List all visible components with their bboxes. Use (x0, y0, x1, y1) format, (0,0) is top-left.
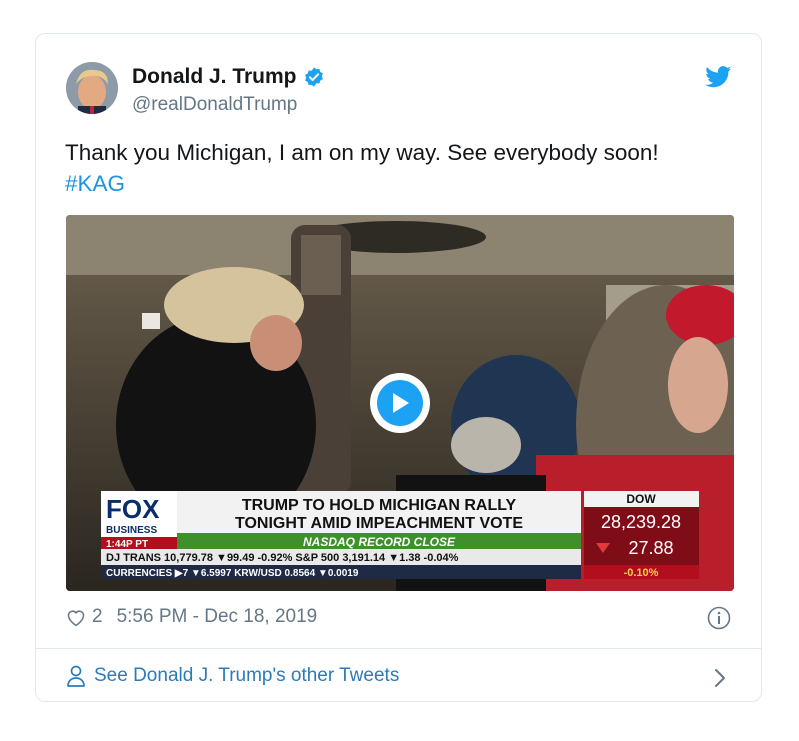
other-tweets-label[interactable]: See Donald J. Trump's other Tweets (94, 665, 399, 687)
network-sub: BUSINESS (106, 525, 157, 536)
subhead: NASDAQ RECORD CLOSE (303, 535, 456, 549)
tweet-meta: 2 5:56 PM - Dec 18, 2019 (66, 606, 317, 628)
play-button[interactable] (370, 373, 430, 433)
video-player[interactable]: FOX BUSINESS 1:44P PT TRUMP TO HOLD MICH… (66, 215, 734, 591)
avatar-image (66, 62, 118, 114)
twitter-bird-icon[interactable] (705, 66, 732, 88)
heart-icon[interactable] (66, 608, 86, 627)
author-name-text[interactable]: Donald J. Trump (132, 65, 297, 89)
verified-badge-icon (304, 67, 323, 87)
author-handle[interactable]: @realDonaldTrump (132, 94, 297, 116)
dow-label: DOW (626, 492, 656, 506)
dow-change: 27.88 (628, 538, 673, 558)
other-tweets-link[interactable]: See Donald J. Trump's other Tweets (66, 665, 399, 687)
author-name[interactable]: Donald J. Trump (132, 65, 325, 89)
tweet-body: Thank you Michigan, I am on my way. See … (65, 140, 659, 165)
person-icon (67, 665, 85, 687)
divider (36, 648, 761, 649)
network-logo: FOX (106, 494, 160, 524)
like-count[interactable]: 2 (92, 606, 103, 628)
chevron-right-icon[interactable] (713, 668, 727, 688)
dow-value: 28,239.28 (601, 512, 681, 532)
tweet-card[interactable]: Donald J. Trump @realDonaldTrump Thank y… (35, 33, 762, 702)
timestamp[interactable]: 5:56 PM - Dec 18, 2019 (117, 606, 318, 628)
headline-line1: TRUMP TO HOLD MICHIGAN RALLY (242, 497, 517, 514)
headline-line2: TONIGHT AMID IMPEACHMENT VOTE (235, 515, 523, 532)
broadcast-time: 1:44P PT (106, 539, 148, 550)
tweet-text: Thank you Michigan, I am on my way. See … (65, 137, 659, 199)
dow-percent: -0.10% (624, 567, 659, 579)
ticker-row2: CURRENCIES ▶7 ▼6.5997 KRW/USD 0.8564 ▼0.… (106, 568, 359, 579)
play-icon (393, 393, 409, 413)
info-icon[interactable] (707, 606, 731, 630)
play-button-inner[interactable] (377, 380, 423, 426)
ticker-row1: DJ TRANS 10,779.78 ▼99.49 -0.92% S&P 500… (106, 552, 459, 564)
avatar[interactable] (66, 62, 118, 114)
hashtag-link[interactable]: #KAG (65, 168, 659, 199)
